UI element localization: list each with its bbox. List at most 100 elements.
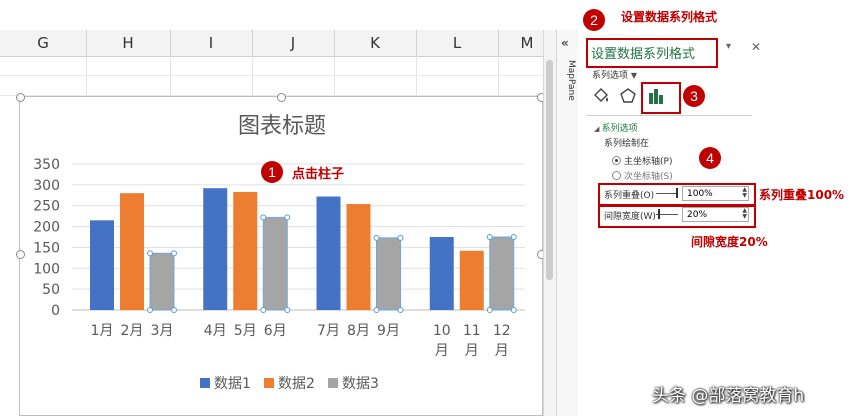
pane-title: 设置数据系列格式: [591, 47, 696, 62]
y-tick-label: 100: [33, 261, 60, 277]
x-tick-label: 7月: [317, 323, 340, 339]
overlap-value: 100%: [687, 189, 713, 199]
y-tick-label: 300: [33, 178, 60, 194]
bar-数据1[interactable]: [316, 196, 341, 310]
bar-数据2[interactable]: [233, 191, 258, 310]
legend-label: 数据1: [214, 376, 251, 392]
overlap-slider-thumb[interactable]: [676, 188, 678, 198]
bar-selection-handle: [510, 307, 517, 313]
collapse-icon[interactable]: «: [561, 36, 569, 50]
bar-数据2[interactable]: [459, 250, 484, 310]
chart-resize-handle[interactable]: [277, 93, 286, 102]
column-header-row: G H I J K L M: [0, 30, 556, 57]
bar-数据3[interactable]: [489, 236, 515, 311]
column-header-k[interactable]: K: [334, 30, 417, 56]
bar-数据1[interactable]: [203, 188, 228, 310]
chart-title[interactable]: 图表标题: [238, 114, 326, 139]
bar-数据3[interactable]: [376, 237, 401, 311]
scrollbar-thumb[interactable]: [546, 60, 553, 280]
legend-label: 数据3: [342, 376, 379, 392]
bar-chart-icon: [649, 89, 663, 104]
step-badge-4: 4: [699, 147, 721, 169]
column-header-h[interactable]: H: [86, 30, 171, 56]
section-header[interactable]: ◢ 系列选项: [594, 121, 638, 134]
step-badge-2: 2: [583, 9, 605, 31]
bar-selection-handle: [147, 250, 153, 257]
map-pane-label: MapPane: [566, 60, 576, 101]
pentagon-icon: [620, 88, 636, 103]
gap-width-input[interactable]: 20% ▲ ▼: [682, 207, 749, 222]
y-tick-label: 0: [51, 303, 60, 319]
spinner-icon[interactable]: ▲ ▼: [742, 208, 747, 220]
y-tick-label: 200: [33, 220, 60, 236]
paint-bucket-icon: [594, 88, 608, 102]
chart-area[interactable]: 0 50 100 150 200 250 300 350 1月 2月 3月 4月 5月 6月 7月 8月 9月…: [19, 96, 543, 416]
chevron-down-icon: ▼: [630, 71, 638, 80]
y-tick-label: 150: [33, 240, 60, 256]
bar-selection-handle: [260, 214, 267, 221]
bar-selection-handle: [397, 234, 404, 241]
bar-selection-handle: [486, 307, 493, 313]
x-tick-label: 5月: [234, 323, 257, 339]
bar-数据2[interactable]: [346, 204, 371, 310]
gap-width-label: 间隙宽度(W): [604, 212, 656, 222]
watermark: 头条 @部落窝教育h: [652, 386, 805, 406]
bar-数据1[interactable]: [429, 237, 454, 310]
section-title: 系列选项: [601, 124, 638, 134]
primary-axis-radio[interactable]: [612, 156, 621, 165]
x-tick-label: 8月: [347, 323, 370, 339]
legend-swatch: [200, 378, 210, 388]
x-tick-label: 11 月: [463, 323, 481, 359]
bar-selection-handle: [486, 234, 493, 240]
chevron-down-icon[interactable]: ▾: [726, 41, 731, 52]
gap-slider-thumb[interactable]: [658, 209, 660, 219]
primary-axis-label: 主坐标轴(P): [624, 157, 673, 167]
series-options-dropdown[interactable]: 系列选项 ▼: [592, 68, 637, 81]
bar-数据3[interactable]: [262, 216, 288, 311]
bar-selection-handle: [373, 307, 380, 313]
legend-swatch: [328, 378, 338, 388]
bar-selection-handle: [260, 307, 267, 313]
column-header-j[interactable]: J: [252, 30, 335, 56]
bar-selection-handle: [510, 234, 517, 240]
bar-selection-handle: [284, 307, 291, 313]
chart-resize-handle[interactable]: [16, 250, 25, 259]
y-tick-label: 250: [33, 199, 60, 215]
close-icon[interactable]: ✕: [751, 40, 761, 54]
effects-tab[interactable]: [618, 86, 638, 106]
bar-数据3[interactable]: [149, 252, 175, 311]
y-tick-label: 350: [33, 157, 60, 173]
series-options-label: 系列选项: [592, 71, 629, 81]
secondary-axis-radio[interactable]: [612, 171, 621, 180]
bar-数据2[interactable]: [120, 193, 144, 310]
series-options-tab[interactable]: [646, 86, 666, 106]
pane-heading-annotation: 设置数据系列格式: [621, 10, 718, 24]
overlap-annotation: 系列重叠100%: [759, 188, 845, 202]
collapse-triangle-icon: ◢: [594, 125, 602, 133]
chart-svg[interactable]: 0 50 100 150 200 250 300 350 1月 2月 3月 4月 5月 6月 7月 8月 9月…: [20, 97, 542, 415]
spinner-icon[interactable]: ▲ ▼: [742, 187, 747, 199]
x-tick-label: 10 月: [433, 323, 451, 359]
legend-swatch: [264, 378, 274, 388]
column-header-g[interactable]: G: [0, 30, 87, 56]
bar-数据1[interactable]: [90, 220, 114, 310]
x-tick-label: 2月: [121, 323, 144, 339]
overlap-slider-track[interactable]: [656, 193, 678, 194]
x-tick-label: 12 月: [493, 323, 511, 359]
grid-line: [0, 75, 556, 76]
chart-resize-handle[interactable]: [16, 93, 25, 102]
x-tick-label: 9月: [377, 323, 400, 339]
column-header-i[interactable]: I: [170, 30, 253, 56]
x-tick-label: 1月: [91, 323, 114, 339]
fill-line-tab[interactable]: [591, 86, 611, 106]
secondary-axis-label: 次坐标轴(S): [624, 172, 673, 182]
gap-width-annotation: 间隙宽度20%: [691, 235, 768, 249]
x-tick-label: 6月: [264, 323, 287, 339]
bar-selection-handle: [284, 214, 291, 221]
gap-width-value: 20%: [687, 210, 708, 220]
step-badge-3: 3: [683, 85, 705, 107]
overlap-input[interactable]: 100% ▲ ▼: [682, 186, 749, 201]
plot-on-label: 系列绘制在: [604, 139, 650, 149]
column-header-l[interactable]: L: [416, 30, 499, 56]
bar-selection-handle: [373, 234, 380, 241]
